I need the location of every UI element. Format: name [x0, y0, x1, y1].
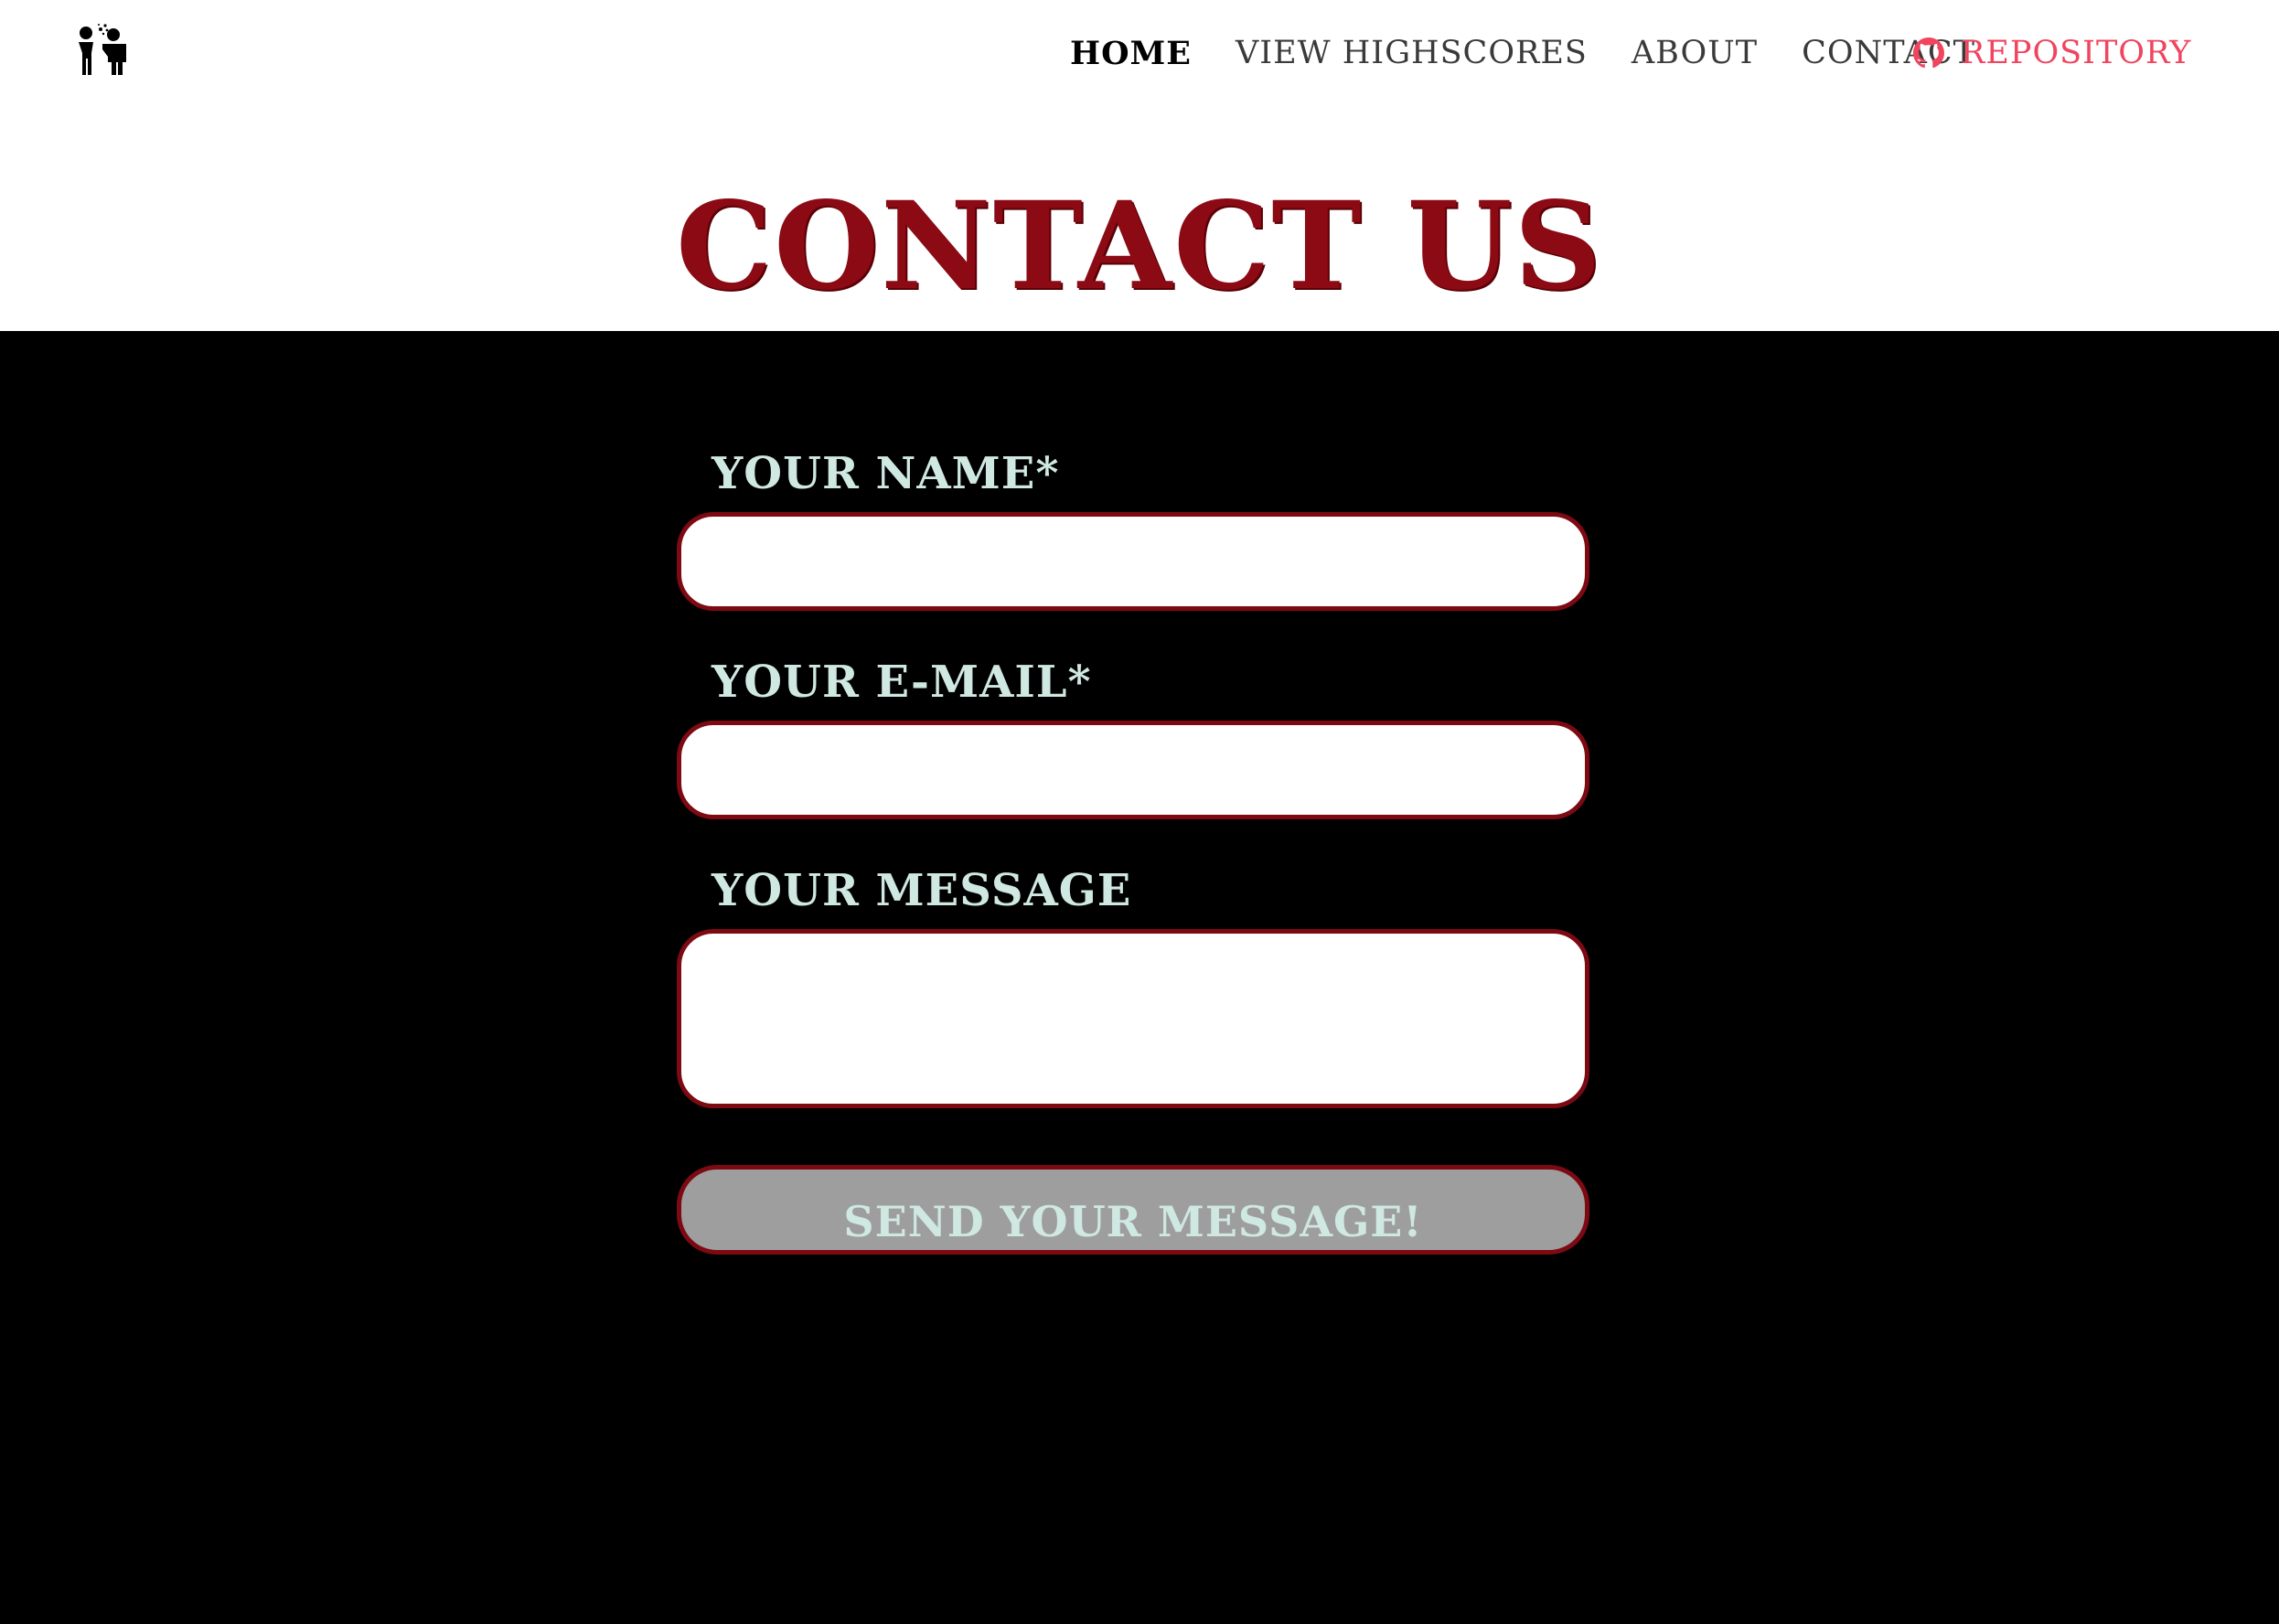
name-field-label: YOUR NAME* — [712, 448, 1060, 499]
repository-link[interactable]: REPOSITORY — [1913, 26, 2191, 80]
page-title: CONTACT US — [676, 176, 1603, 317]
send-message-button[interactable]: SEND YOUR MESSAGE! — [677, 1165, 1589, 1255]
top-navigation: HOME VIEW HIGHSCORES ABOUT CONTACT REPOS… — [0, 0, 2279, 110]
repository-label: REPOSITORY — [1961, 35, 2192, 71]
email-input[interactable] — [677, 721, 1589, 819]
message-field-label: YOUR MESSAGE — [712, 865, 1132, 916]
zombie-logo-icon[interactable] — [75, 22, 132, 77]
email-field-label: YOUR E-MAIL* — [712, 657, 1092, 708]
name-input[interactable] — [677, 512, 1589, 611]
nav-highscores-link[interactable]: VIEW HIGHSCORES — [1236, 35, 1588, 71]
nav-links: HOME VIEW HIGHSCORES ABOUT CONTACT — [1070, 26, 2019, 80]
nav-about-link[interactable]: ABOUT — [1632, 35, 1758, 71]
nav-home-link[interactable]: HOME — [1070, 35, 1192, 72]
github-icon — [1913, 37, 1944, 69]
message-textarea[interactable] — [677, 929, 1589, 1108]
